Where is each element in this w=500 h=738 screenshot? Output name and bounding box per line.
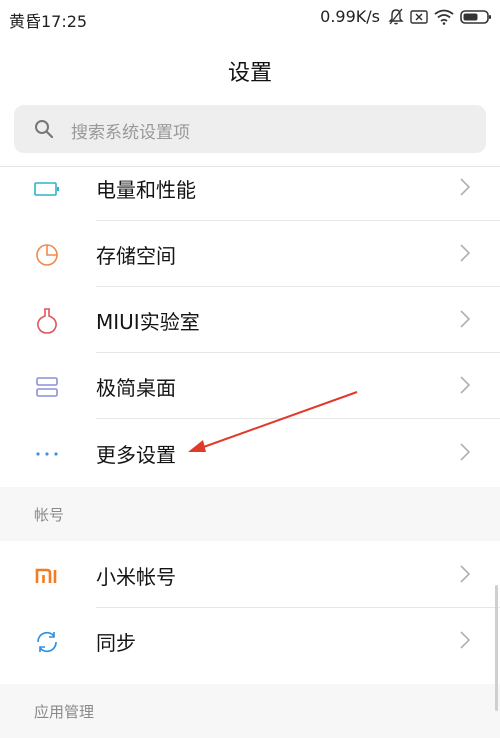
arrow-line — [197, 391, 358, 450]
arrow-head — [188, 440, 206, 452]
annotation-arrow — [188, 391, 358, 452]
